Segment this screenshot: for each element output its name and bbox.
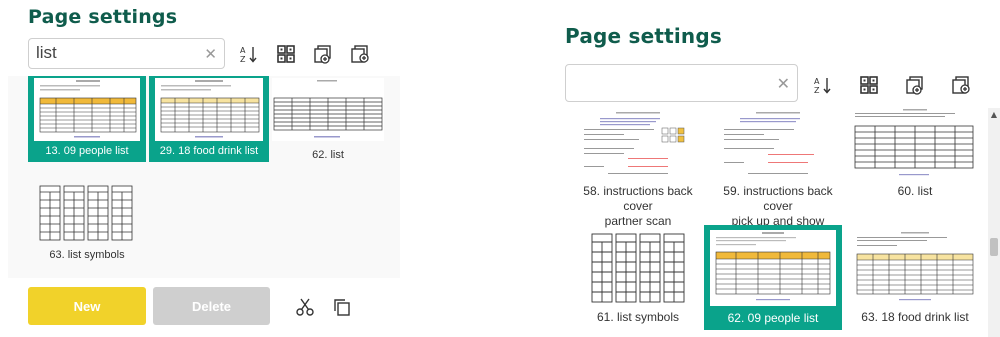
page-thumbnail[interactable]: 62. list	[272, 76, 384, 162]
delete-button[interactable]: Delete	[153, 287, 270, 325]
page-preview	[38, 184, 136, 242]
page-settings-panel-right: Page settings ✕ AZ 58. instructions back…	[545, 0, 1000, 337]
page-title: Page settings	[565, 24, 722, 48]
add-page-icon[interactable]	[312, 43, 334, 65]
search-input[interactable]	[573, 73, 758, 93]
page-preview	[34, 78, 140, 141]
close-icon[interactable]: ✕	[777, 74, 790, 94]
thumbnail-label: 63. list symbols	[49, 249, 125, 261]
page-thumbnail[interactable]: 29. 18 food drink list	[149, 76, 269, 162]
search-input[interactable]	[36, 43, 192, 63]
sort-az-icon[interactable]: AZ	[812, 74, 834, 96]
page-thumbnail[interactable]: 63. list symbols	[28, 182, 146, 262]
thumbnail-label: 58. instructions back cover partner scan	[583, 184, 693, 228]
page-thumbnail[interactable]: 61. list symbols	[570, 226, 706, 330]
page-thumbnail-grid: 13. 09 people list 29. 18 food drink lis…	[8, 76, 400, 278]
sort-az-icon[interactable]: AZ	[238, 43, 260, 65]
svg-text:Z: Z	[814, 86, 820, 95]
search-field[interactable]: ✕	[565, 64, 798, 102]
svg-text:Z: Z	[240, 55, 246, 64]
page-thumbnail[interactable]: 59. instructions back cover pick up and s…	[710, 108, 846, 228]
scissors-icon[interactable]	[294, 296, 316, 318]
copy-icon[interactable]	[331, 296, 353, 318]
page-preview	[718, 110, 838, 178]
page-preview	[155, 78, 263, 141]
page-preview	[853, 230, 977, 304]
page-thumbnail[interactable]: 62. 09 people list	[704, 225, 842, 330]
insert-page-icon[interactable]	[349, 43, 371, 65]
svg-text:A: A	[814, 77, 820, 86]
page-preview	[853, 108, 977, 180]
scroll-up-icon[interactable]: ▲	[988, 110, 1000, 119]
page-thumbnail[interactable]: 60. list	[850, 108, 980, 218]
search-field[interactable]: ✕	[28, 38, 225, 69]
page-preview	[272, 78, 384, 141]
close-icon[interactable]: ✕	[204, 44, 217, 64]
page-title: Page settings	[28, 6, 178, 28]
page-preview	[590, 232, 686, 304]
new-button[interactable]: New	[28, 287, 146, 325]
add-page-icon[interactable]	[904, 74, 926, 96]
svg-text:A: A	[240, 46, 246, 55]
page-thumbnail-grid: 58. instructions back cover partner scan …	[570, 108, 985, 330]
page-thumbnail[interactable]: 58. instructions back cover partner scan	[570, 108, 706, 228]
thumbnail-label: 13. 09 people list	[45, 145, 129, 157]
page-thumbnail[interactable]: 63. 18 food drink list	[850, 226, 980, 330]
page-preview	[578, 110, 698, 178]
thumbnail-label: 59. instructions back cover pick up and s…	[723, 184, 833, 228]
thumbnail-label: 29. 18 food drink list	[159, 145, 259, 157]
page-settings-panel-left: Page settings ✕ AZ	[0, 0, 400, 337]
thumbnail-label: 61. list symbols	[596, 310, 680, 324]
scrollbar[interactable]: ▲	[988, 108, 1000, 337]
scrollbar-thumb[interactable]	[990, 238, 998, 256]
page-preview	[710, 230, 836, 306]
thumbnail-label: 60. list	[897, 184, 933, 198]
insert-page-icon[interactable]	[950, 74, 972, 96]
grid-icon[interactable]	[275, 43, 297, 65]
thumbnail-label: 63. 18 food drink list	[861, 310, 969, 324]
grid-icon[interactable]	[858, 74, 880, 96]
thumbnail-label: 62. list	[312, 149, 344, 161]
page-thumbnail[interactable]: 13. 09 people list	[28, 76, 146, 162]
thumbnail-label: 62. 09 people list	[727, 311, 819, 325]
